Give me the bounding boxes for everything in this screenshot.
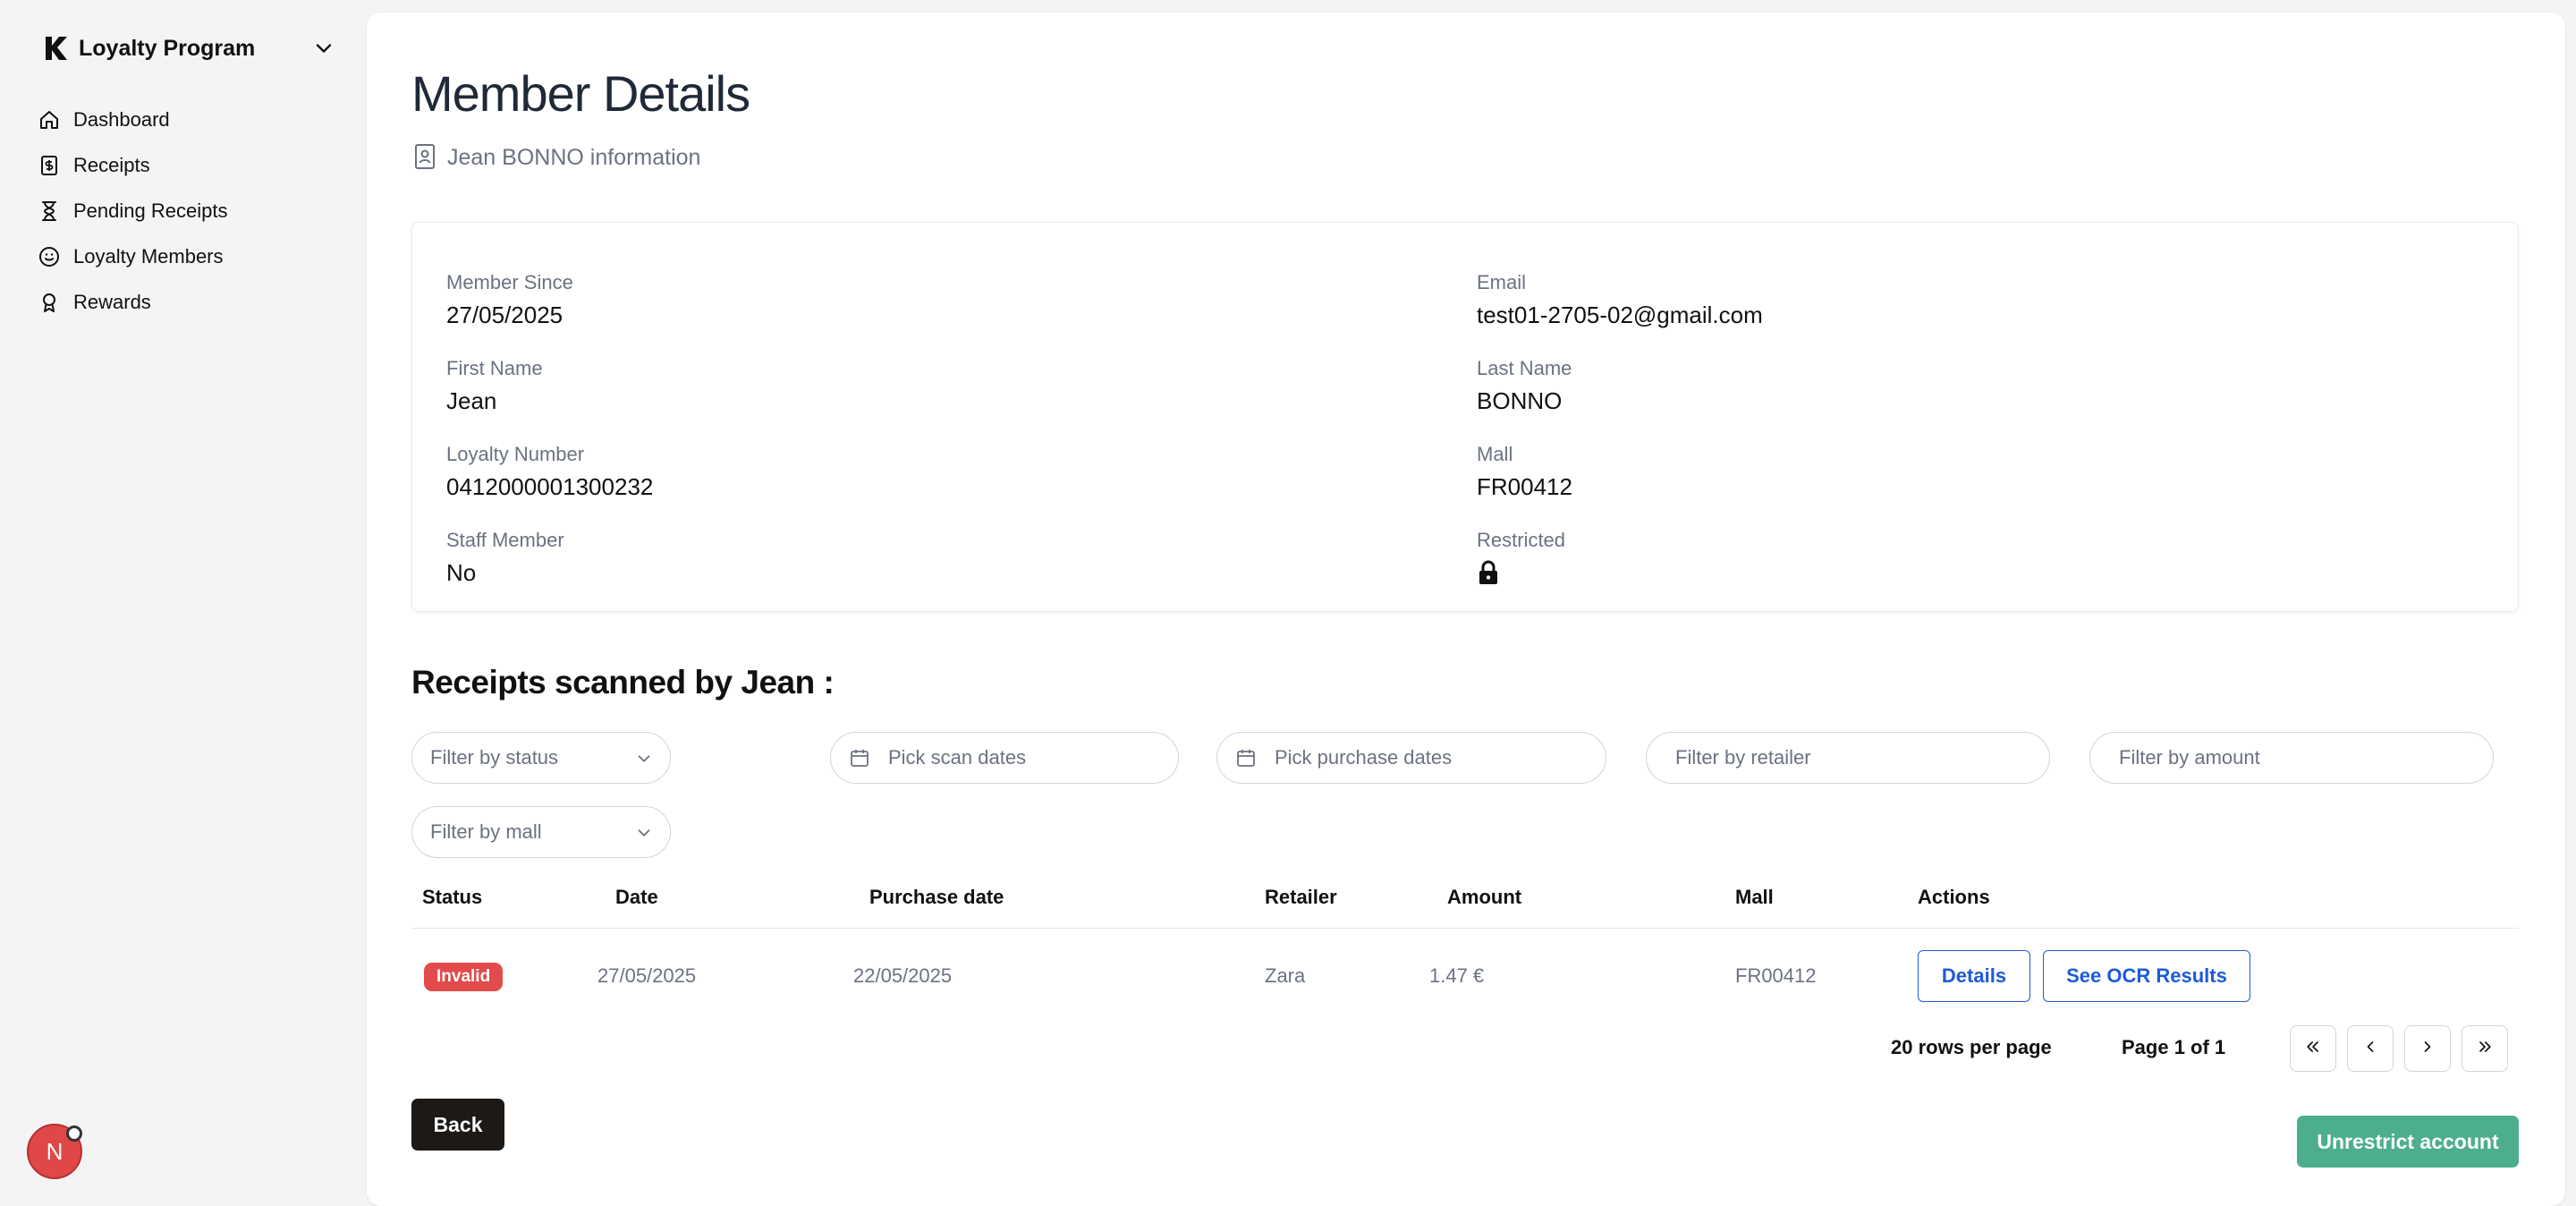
receipts-table-header: Status Date Purchase date Retailer Amoun…	[411, 873, 2519, 929]
brand-title: Loyalty Program	[79, 35, 256, 61]
chevron-down-icon	[634, 749, 654, 769]
see-ocr-results-button[interactable]: See OCR Results	[2043, 950, 2250, 1002]
column-header-purchase-date: Purchase date	[869, 886, 1004, 908]
member-info-card: Member Since 27/05/2025 Email test01-270…	[411, 222, 2519, 612]
brand-logo-icon	[41, 33, 72, 64]
mall-filter-select[interactable]: Filter by mall	[411, 806, 671, 858]
smile-icon	[38, 245, 61, 268]
first-name-value: Jean	[446, 387, 497, 414]
row-purchase-date: 22/05/2025	[853, 964, 953, 987]
mall-filter-label: Filter by mall	[430, 820, 542, 843]
loyalty-number-label: Loyalty Number	[446, 443, 585, 465]
mall-value: FR00412	[1477, 473, 1572, 500]
first-name-field: First Name Jean	[446, 357, 543, 415]
column-header-date: Date	[615, 886, 658, 908]
column-header-status: Status	[422, 886, 483, 908]
contact-book-icon	[413, 143, 438, 172]
chevron-right-icon	[2419, 1038, 2436, 1060]
avatar-initial: N	[46, 1137, 64, 1165]
rows-per-page[interactable]: 20 rows per page	[1891, 1036, 2052, 1059]
home-icon	[38, 108, 61, 132]
row-retailer: Zara	[1265, 964, 1306, 987]
sidebar-item-dashboard[interactable]: Dashboard	[34, 97, 338, 142]
row-date: 27/05/2025	[597, 964, 697, 987]
status-filter-label: Filter by status	[430, 746, 559, 769]
sidebar-nav: Dashboard Receipts Pending Receipts Loya…	[34, 97, 338, 325]
chevrons-left-icon	[2304, 1038, 2322, 1060]
purchase-dates-picker[interactable]: Pick purchase dates	[1216, 732, 1606, 784]
row-mall: FR00412	[1735, 964, 1817, 987]
notification-dot	[66, 1125, 82, 1142]
unrestrict-account-button[interactable]: Unrestrict account	[2297, 1116, 2519, 1168]
restricted-field: Restricted	[1477, 529, 1565, 586]
page-info: Page 1 of 1	[2122, 1036, 2226, 1058]
sidebar-item-label: Receipts	[73, 153, 150, 176]
calendar-icon	[849, 747, 870, 769]
sidebar-item-label: Rewards	[73, 290, 151, 313]
loyalty-number-field: Loyalty Number 0412000001300232	[446, 443, 653, 501]
email-label: Email	[1477, 271, 1527, 293]
retailer-filter-input[interactable]: Filter by retailer	[1646, 732, 2050, 784]
sidebar-item-label: Loyalty Members	[73, 244, 224, 268]
status-filter-select[interactable]: Filter by status	[411, 732, 671, 784]
award-icon	[38, 291, 61, 314]
sidebar-item-receipts[interactable]: Receipts	[34, 142, 338, 188]
amount-filter-input[interactable]: Filter by amount	[2089, 732, 2494, 784]
chevrons-right-icon	[2476, 1038, 2494, 1060]
program-switcher[interactable]: Loyalty Program	[41, 30, 336, 66]
member-since-field: Member Since 27/05/2025	[446, 271, 573, 329]
scan-dates-picker[interactable]: Pick scan dates	[830, 732, 1179, 784]
restricted-label: Restricted	[1477, 529, 1566, 551]
last-name-label: Last Name	[1477, 357, 1572, 379]
subtitle-text: Jean BONNO information	[447, 144, 701, 170]
hourglass-icon	[38, 200, 61, 223]
main-panel: Member Details Jean BONNO information Me…	[367, 13, 2565, 1206]
staff-member-field: Staff Member No	[446, 529, 564, 587]
column-header-actions: Actions	[1918, 886, 1990, 908]
first-page-button[interactable]	[2290, 1025, 2336, 1072]
previous-page-button[interactable]	[2347, 1025, 2394, 1072]
member-since-label: Member Since	[446, 271, 573, 293]
column-header-mall: Mall	[1735, 886, 1774, 908]
staff-member-label: Staff Member	[446, 529, 564, 551]
amount-filter-placeholder: Filter by amount	[2119, 746, 2260, 769]
mall-field: Mall FR00412	[1477, 443, 1572, 501]
first-name-label: First Name	[446, 357, 543, 379]
receipts-section-title: Receipts scanned by Jean :	[411, 664, 835, 701]
last-name-field: Last Name BONNO	[1477, 357, 1572, 415]
staff-member-value: No	[446, 559, 477, 586]
status-badge: Invalid	[424, 963, 504, 991]
last-page-button[interactable]	[2462, 1025, 2508, 1072]
chevron-down-icon[interactable]	[311, 36, 336, 61]
sidebar-item-label: Dashboard	[73, 107, 170, 131]
page-title: Member Details	[411, 65, 750, 122]
sidebar-item-pending-receipts[interactable]: Pending Receipts	[34, 188, 338, 234]
back-button[interactable]: Back	[411, 1099, 504, 1151]
calendar-icon	[1235, 747, 1257, 769]
purchase-dates-placeholder: Pick purchase dates	[1275, 746, 1453, 769]
dollar-receipt-icon	[38, 154, 61, 177]
mall-label: Mall	[1477, 443, 1513, 465]
row-amount: 1.47 €	[1429, 964, 1485, 987]
column-header-amount: Amount	[1447, 886, 1522, 908]
email-field: Email test01-2705-02@gmail.com	[1477, 271, 1763, 329]
loyalty-number-value: 0412000001300232	[446, 473, 654, 500]
sidebar-item-loyalty-members[interactable]: Loyalty Members	[34, 234, 338, 279]
page-subtitle: Jean BONNO information	[413, 143, 700, 172]
sidebar: Loyalty Program Dashboard Receipts Pendi…	[0, 0, 367, 1206]
column-header-retailer: Retailer	[1265, 886, 1337, 908]
scan-dates-placeholder: Pick scan dates	[888, 746, 1027, 769]
details-button[interactable]: Details	[1918, 950, 2030, 1002]
table-row: Invalid 27/05/2025 22/05/2025 Zara 1.47 …	[411, 929, 2519, 1025]
chevron-left-icon	[2361, 1038, 2379, 1060]
email-value: test01-2705-02@gmail.com	[1477, 302, 1763, 328]
retailer-filter-placeholder: Filter by retailer	[1675, 746, 1811, 769]
next-page-button[interactable]	[2404, 1025, 2451, 1072]
member-since-value: 27/05/2025	[446, 302, 564, 328]
sidebar-item-rewards[interactable]: Rewards	[34, 279, 338, 325]
chevron-down-icon	[634, 823, 654, 843]
last-name-value: BONNO	[1477, 387, 1563, 414]
lock-icon	[1477, 559, 1500, 586]
sidebar-item-label: Pending Receipts	[73, 199, 228, 222]
